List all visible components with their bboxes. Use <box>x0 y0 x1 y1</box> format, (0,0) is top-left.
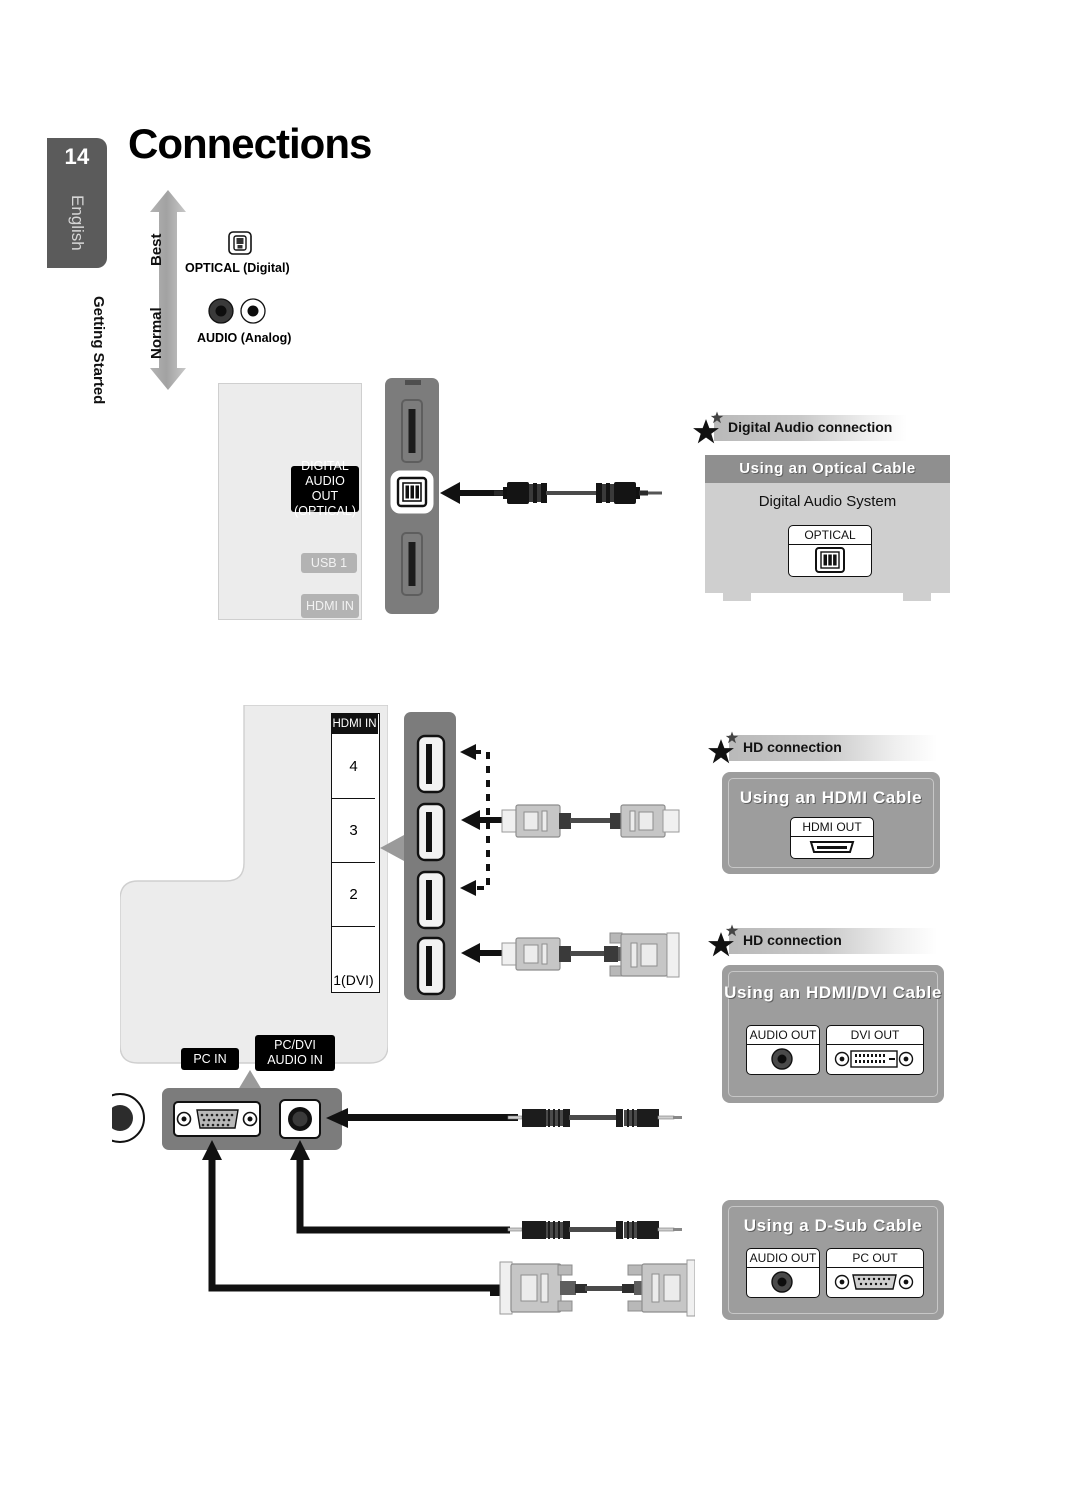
hdmi-dvi-cable <box>458 925 688 985</box>
section-label: Getting Started <box>90 295 107 405</box>
device-port-audio-out-dsub: AUDIO OUT <box>746 1248 820 1298</box>
optical-legend-label: OPTICAL (Digital) <box>185 261 290 275</box>
device-port-optical: OPTICAL <box>788 525 872 577</box>
quality-best-label: Best <box>148 233 165 267</box>
callout-card-hdmi-dvi: Using an HDMI/DVI Cable AUDIO OUT DVI OU… <box>722 965 944 1103</box>
device-port-pc-out: PC OUT <box>826 1248 924 1298</box>
hdmi-port-icon <box>809 841 855 853</box>
optical-port-highlight <box>390 470 434 514</box>
callout-badge-label: Digital Audio connection <box>728 419 893 435</box>
callout-badge-hdmi-dvi: HD connection <box>707 924 937 957</box>
tag-line-3: (OPTICAL) <box>294 504 356 518</box>
device-port-label: OPTICAL <box>804 528 856 542</box>
device-port-label: DVI OUT <box>850 1028 900 1042</box>
callout-title: Using a D-Sub Cable <box>743 1216 923 1235</box>
callout-card-digital-audio: Using an Optical Cable Digital Audio Sys… <box>705 455 950 601</box>
device-port-label: HDMI OUT <box>802 820 862 834</box>
hdmi-port-3: 3 <box>332 798 375 863</box>
callout-title: Using an HDMI/DVI Cable <box>724 983 942 1002</box>
rca-jack-icon <box>771 1271 793 1293</box>
callout-badge-hdmi: HD connection <box>707 731 937 764</box>
callout-badge-digital-audio: Digital Audio connection <box>692 411 907 444</box>
device-port-dvi-out: DVI OUT <box>826 1025 924 1075</box>
pc-dvi-audio-in-tag: PC/DVI AUDIO IN <box>255 1035 335 1071</box>
page-number: 14 <box>64 144 90 169</box>
hdmi-in-port-list: HDMI IN 4 3 2 1(DVI) <box>331 713 380 993</box>
callout-card-d-sub: Using a D-Sub Cable AUDIO OUT PC OUT <box>722 1200 944 1320</box>
star-icon-small <box>710 411 724 424</box>
star-icon-small <box>725 924 739 937</box>
page-title: Connections <box>128 120 372 167</box>
audio-cable-1 <box>490 1100 695 1136</box>
hdmi-port-2: 2 <box>332 862 375 927</box>
tag-line-1: PC/DVI <box>274 1038 316 1052</box>
optical-jack-icon <box>815 547 845 573</box>
device-port-hdmi: HDMI OUT <box>790 817 874 859</box>
rca-jack-icon <box>208 298 270 329</box>
optical-cable-connection <box>432 472 707 514</box>
callout-pointer-icon <box>235 1068 265 1090</box>
callout-title: Using an HDMI Cable <box>739 788 923 807</box>
callout-title: Using an Optical Cable <box>739 460 916 477</box>
hdmi-in-header: HDMI IN <box>331 713 378 734</box>
rca-jack-icon <box>771 1048 793 1070</box>
device-port-label: AUDIO OUT <box>749 1028 817 1042</box>
dvi-port-icon <box>834 1050 914 1068</box>
hdmi-cable <box>458 795 683 845</box>
hdmi-in-tag-top: HDMI IN <box>301 594 359 618</box>
callout-badge-label: HD connection <box>743 739 842 755</box>
pc-in-tag: PC IN <box>181 1048 239 1070</box>
tv-edge-connector <box>95 1090 152 1146</box>
hdmi-port-4: 4 <box>332 734 375 799</box>
page-tab: 14 English <box>47 138 107 268</box>
tag-line-1: DIGITAL <box>301 459 349 473</box>
usb1-tag: USB 1 <box>301 553 357 573</box>
callout-card-hdmi: Using an HDMI Cable HDMI OUT <box>722 772 940 874</box>
language-label: English <box>68 194 87 251</box>
callout-badge-label: HD connection <box>743 932 842 948</box>
digital-audio-out-tag: DIGITAL AUDIO OUT (OPTICAL) <box>291 459 359 518</box>
tag-line-2: AUDIO IN <box>267 1053 323 1067</box>
hdmi-port-1-dvi: 1(DVI) <box>333 972 374 988</box>
dsub-port-icon <box>834 1274 914 1290</box>
device-port-label: PC OUT <box>852 1251 898 1265</box>
audio-legend-label: AUDIO (Analog) <box>197 331 292 345</box>
d-sub-cable <box>490 1245 696 1320</box>
optical-jack-icon <box>228 231 252 260</box>
tv-hdmi-port-strip <box>404 712 456 1000</box>
device-port-label: AUDIO OUT <box>749 1251 817 1265</box>
quality-normal-label: Normal <box>148 307 165 359</box>
star-icon-small <box>725 731 739 744</box>
tag-line-2: AUDIO OUT <box>305 474 345 503</box>
audio-cable-2 <box>490 1212 695 1248</box>
device-port-audio-out-dvi: AUDIO OUT <box>746 1025 820 1075</box>
quality-scale-arrow: Best Normal <box>148 190 188 390</box>
device-caption: Digital Audio System <box>758 493 897 510</box>
